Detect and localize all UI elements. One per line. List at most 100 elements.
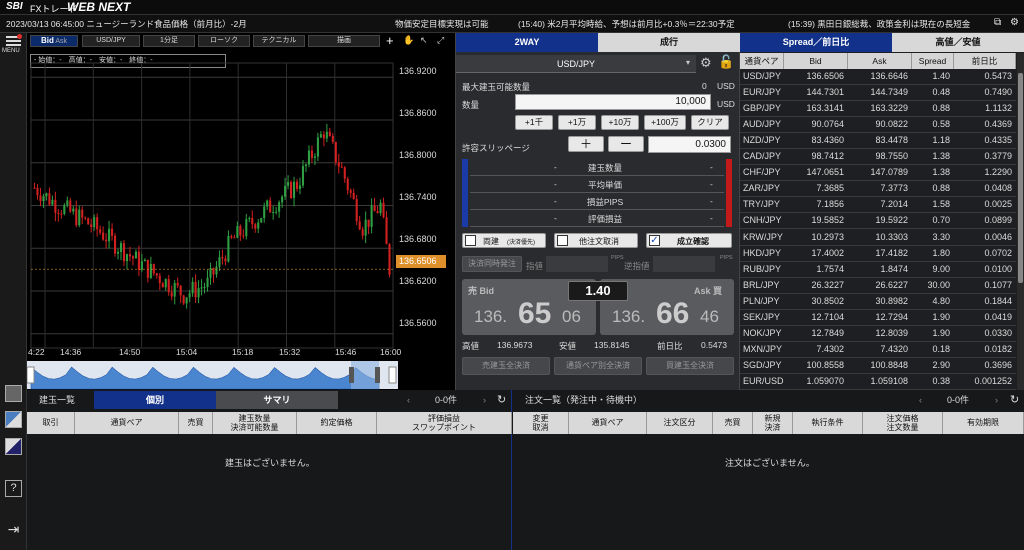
rate-row[interactable]: KRW/JPY 10.2973 10.3303 3.30 0.0046 — [740, 230, 1016, 246]
next-page-icon[interactable]: › — [995, 391, 998, 409]
rate-row[interactable]: SGD/JPY 100.8558 100.8848 2.90 0.3696 — [740, 358, 1016, 374]
simultaneous-order-button[interactable]: 決済同時発注 — [462, 256, 522, 272]
next-page-icon[interactable]: › — [483, 391, 486, 409]
rate-row[interactable]: CNH/JPY 19.5852 19.5922 0.70 0.0899 — [740, 213, 1016, 230]
col-quantity[interactable]: 建玉数量 決済可能数量 — [213, 412, 297, 434]
refresh-icon[interactable]: ↻ — [1010, 391, 1019, 409]
refresh-icon[interactable]: ↻ — [497, 391, 506, 409]
news-item[interactable]: 物価安定目標実現は可能 — [395, 18, 489, 30]
col-bid[interactable]: Bid — [784, 53, 848, 69]
tab-high-low[interactable]: 高値／安値 — [892, 33, 1024, 52]
rate-row[interactable]: TRY/JPY 7.1856 7.2014 1.58 0.0025 — [740, 197, 1016, 214]
lock-icon[interactable]: 🔓 — [718, 54, 734, 70]
checkbox-box[interactable] — [557, 235, 568, 246]
pointer-icon[interactable]: ↖ — [420, 35, 428, 46]
technical-select[interactable]: テクニカル — [253, 35, 305, 47]
rate-row[interactable]: GBP/JPY 163.3141 163.3229 0.88 1.1132 — [740, 101, 1016, 118]
news-item[interactable]: (15:39) 黒田日銀総裁、政策金利は現在の長短金 — [788, 18, 970, 30]
prev-page-icon[interactable]: ‹ — [919, 391, 922, 409]
news-item[interactable]: 2023/03/13 06:45:00 ニュージーランド食品価格（前月比）-2月 — [6, 18, 247, 30]
settings-icon[interactable]: ⚙ — [1010, 17, 1019, 28]
prev-page-icon[interactable]: ‹ — [407, 391, 410, 409]
ask-toggle[interactable]: Ask — [55, 38, 67, 45]
checkbox-box[interactable] — [465, 235, 476, 246]
col-change[interactable]: 前日比 — [954, 53, 1016, 69]
rate-row[interactable]: ZAR/JPY 7.3685 7.3773 0.88 0.0408 — [740, 181, 1016, 198]
col-spread[interactable]: Spread — [912, 53, 954, 69]
col-pair[interactable]: 通貨ペア — [569, 412, 647, 434]
tab-spread[interactable]: Spread／前日比 — [740, 33, 892, 52]
close-all-buy-button[interactable]: 買建玉全決済 — [646, 357, 734, 375]
tab-individual[interactable]: 個別 — [94, 391, 216, 409]
help-icon[interactable]: ? — [5, 480, 22, 497]
rate-row[interactable]: EUR/JPY 144.7301 144.7349 0.48 0.7490 — [740, 85, 1016, 102]
rate-scrollbar[interactable] — [1017, 53, 1024, 390]
rate-row[interactable]: SEK/JPY 12.7104 12.7294 1.90 0.0419 — [740, 310, 1016, 326]
slippage-plus-button[interactable]: ＋ — [568, 136, 604, 152]
add-1m-button[interactable]: +100万 — [644, 115, 686, 130]
news-item[interactable]: (15:40) 米2月平均時給、予想は前月比+0.3％＝22:30予定 — [518, 18, 735, 30]
zoom-icon[interactable]: ⤢ — [437, 35, 444, 46]
stop-input[interactable] — [653, 256, 715, 272]
rate-row[interactable]: EUR/USD 1.059070 1.059108 0.38 0.001252 — [740, 374, 1016, 390]
col-order-price[interactable]: 注文価格 注文数量 — [863, 412, 943, 434]
slippage-input[interactable]: 0.0300 — [648, 136, 731, 153]
col-condition[interactable]: 執行条件 — [793, 412, 863, 434]
tab-2way[interactable]: 2WAY — [456, 33, 598, 52]
layout-blue-icon[interactable] — [5, 411, 22, 428]
rate-row[interactable]: MXN/JPY 7.4302 7.4320 0.18 0.0182 — [740, 342, 1016, 358]
add-100k-button[interactable]: +10万 — [601, 115, 639, 130]
cancel-others-checkbox[interactable]: 他注文取消 — [554, 233, 638, 248]
col-modify[interactable]: 変更 取消 — [513, 412, 569, 434]
rate-row[interactable]: AUD/JPY 90.0764 90.0822 0.58 0.4369 — [740, 117, 1016, 134]
logout-icon[interactable]: ⇥ — [5, 522, 22, 539]
rate-row[interactable]: CAD/JPY 98.7412 98.7550 1.38 0.3779 — [740, 149, 1016, 166]
bid-toggle[interactable]: Bid — [41, 36, 54, 45]
col-side[interactable]: 売買 — [713, 412, 753, 434]
add-1k-button[interactable]: +1千 — [515, 115, 553, 130]
add-icon[interactable]: + — [386, 33, 394, 48]
scroll-thumb[interactable] — [1018, 73, 1023, 283]
rate-row[interactable]: CHF/JPY 147.0651 147.0789 1.38 1.2290 — [740, 165, 1016, 182]
layout-navy-icon[interactable] — [5, 438, 22, 455]
close-by-pair-button[interactable]: 通貨ペア別全決済 — [554, 357, 642, 375]
order-pair-select[interactable]: USD/JPY ▾ — [456, 55, 696, 73]
hedge-checkbox[interactable]: 両建 (決済優先) — [462, 233, 546, 248]
col-pair[interactable]: 通貨ペア — [75, 412, 179, 434]
rate-row[interactable]: PLN/JPY 30.8502 30.8982 4.80 0.1844 — [740, 294, 1016, 310]
qty-input[interactable]: 10,000 — [515, 94, 711, 110]
chart-interval-select[interactable]: 1分足 — [143, 35, 195, 47]
price-chart[interactable] — [27, 48, 456, 393]
col-price[interactable]: 約定価格 — [297, 412, 377, 434]
close-all-sell-button[interactable]: 売建玉全決済 — [462, 357, 550, 375]
clear-button[interactable]: クリア — [691, 115, 729, 130]
col-trade[interactable]: 取引 — [27, 412, 75, 434]
col-pair[interactable]: 通貨ペア — [740, 53, 784, 69]
rate-row[interactable]: HKD/JPY 17.4002 17.4182 1.80 0.0702 — [740, 246, 1016, 262]
col-ask[interactable]: Ask — [848, 53, 912, 69]
limit-input[interactable] — [546, 256, 608, 272]
confirm-checkbox[interactable]: ✓ 成立確認 — [646, 233, 732, 248]
chart-type-select[interactable]: ローソク — [198, 35, 250, 47]
rate-row[interactable]: BRL/JPY 26.3227 26.6227 30.00 0.1077 — [740, 278, 1016, 294]
col-expiry[interactable]: 有効期限 — [943, 412, 1024, 434]
col-order-type[interactable]: 注文区分 — [647, 412, 713, 434]
col-open-close[interactable]: 新規 決済 — [753, 412, 793, 434]
check-icon[interactable]: ✓ — [649, 235, 660, 246]
hand-tool-icon[interactable]: ✋ — [403, 35, 414, 46]
external-link-icon[interactable]: ⧉ — [994, 17, 1001, 28]
add-10k-button[interactable]: +1万 — [558, 115, 596, 130]
chart-pair-select[interactable]: USD/JPY — [82, 35, 140, 47]
col-side[interactable]: 売買 — [179, 412, 213, 434]
layout-dark-icon[interactable] — [5, 385, 22, 402]
gear-icon[interactable]: ⚙ — [700, 55, 712, 71]
rate-row[interactable]: NOK/JPY 12.7849 12.8039 1.90 0.0330 — [740, 326, 1016, 342]
draw-select[interactable]: 描画 — [308, 35, 380, 47]
chevron-down-icon[interactable]: ▾ — [686, 58, 690, 67]
rate-row[interactable]: USD/JPY 136.6506 136.6646 1.40 0.5473 — [740, 69, 1016, 85]
col-pl[interactable]: 評価損益 スワップポイント — [377, 412, 512, 434]
bid-ask-toggle[interactable]: Bid Ask — [30, 35, 78, 47]
news-ticker[interactable]: 2023/03/13 06:45:00 ニュージーランド食品価格（前月比）-2月… — [0, 15, 1024, 33]
tab-market[interactable]: 成行 — [598, 33, 740, 52]
slippage-minus-button[interactable]: ー — [608, 136, 644, 152]
